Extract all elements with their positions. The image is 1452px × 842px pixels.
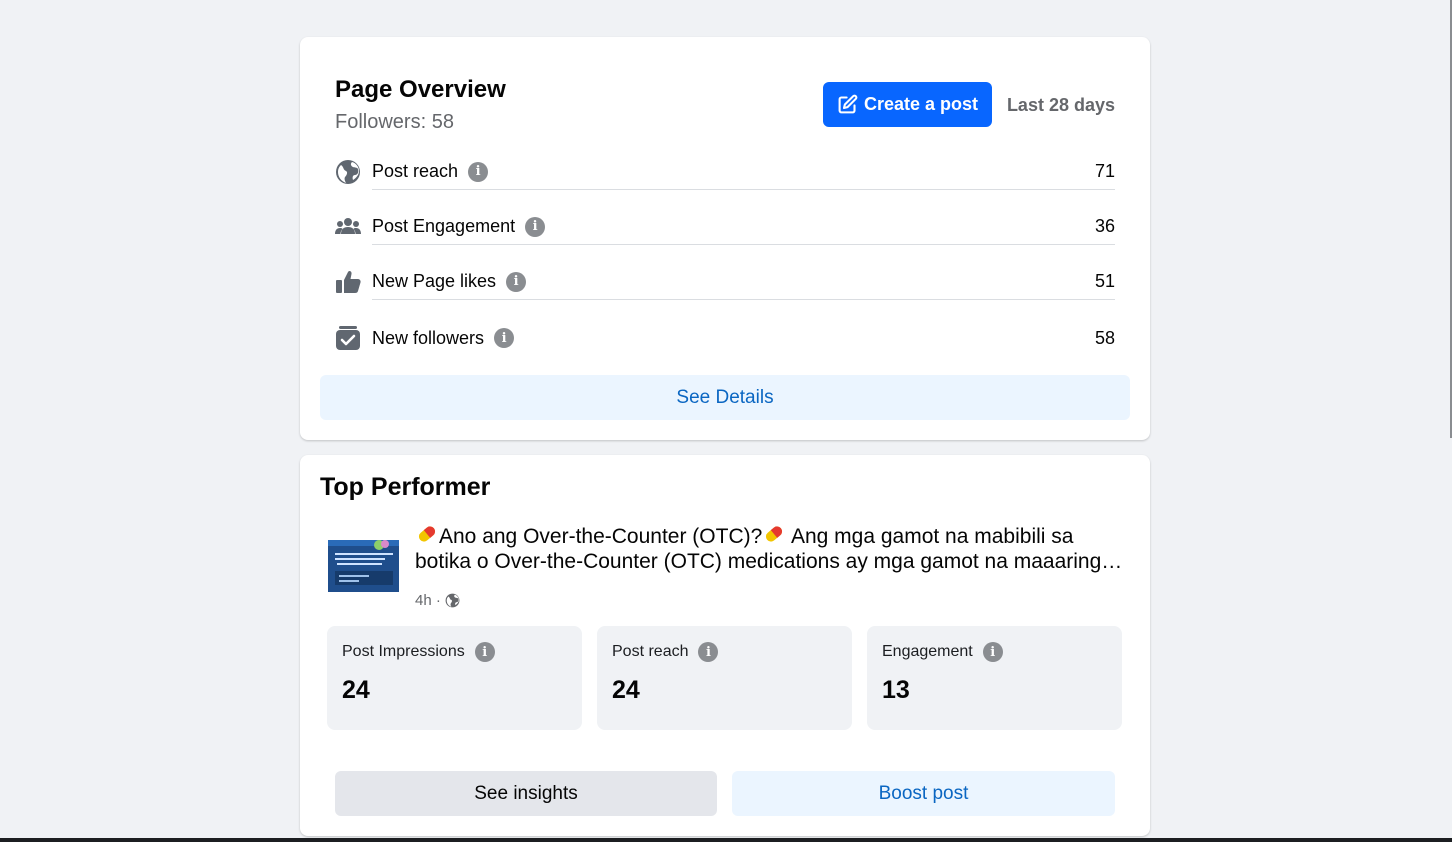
stat-value: 24 — [612, 676, 640, 704]
see-insights-button[interactable]: See insights — [335, 771, 717, 816]
create-post-button[interactable]: Create a post — [823, 82, 992, 127]
info-icon[interactable]: i — [468, 161, 489, 182]
see-details-button[interactable]: See Details — [320, 375, 1130, 420]
metric-label: Post reach — [372, 161, 459, 181]
taskbar-edge — [0, 838, 1452, 842]
date-range-selector[interactable]: Last 28 days — [1007, 95, 1115, 116]
metric-label: New followers — [372, 327, 485, 348]
top-performer-title: Top Performer — [320, 473, 491, 501]
post-text-heading: Ano ang Over-the-Counter (OTC)? — [439, 525, 763, 548]
metric-value: 36 — [1094, 216, 1115, 236]
info-icon[interactable]: i — [982, 642, 1003, 662]
stat-label: Post Impressions — [342, 643, 465, 660]
post-meta: 4h · — [415, 592, 460, 609]
stat-value: 13 — [882, 676, 910, 704]
metric-row-post-engagement[interactable]: Post Engagement i 36 — [335, 209, 1115, 245]
page-title: Page Overview — [335, 76, 506, 103]
follow-check-icon — [336, 326, 360, 350]
post-thumbnail[interactable] — [327, 533, 400, 595]
followers-count: Followers: 58 — [335, 111, 454, 133]
pill-icon — [766, 526, 783, 542]
info-icon[interactable]: i — [698, 642, 719, 662]
boost-post-button[interactable]: Boost post — [732, 771, 1115, 816]
metric-row-post-reach[interactable]: Post reach i 71 — [335, 154, 1115, 190]
top-performer-card: Top Performer Ano ang Over-the-Counter (… — [300, 455, 1150, 836]
stat-label: Engagement — [882, 643, 973, 660]
page-overview-card: Page Overview Followers: 58 Create a pos… — [300, 37, 1150, 440]
create-post-label: Create a post — [863, 94, 979, 114]
metric-label: New Page likes — [372, 271, 497, 291]
metric-value: 58 — [1094, 327, 1115, 348]
post-time: 4h · — [415, 592, 441, 609]
globe-icon — [445, 593, 460, 608]
stat-value: 24 — [342, 676, 370, 704]
pill-icon — [418, 526, 436, 542]
thumbs-up-icon — [336, 270, 361, 293]
edit-icon — [838, 94, 858, 114]
info-icon[interactable]: i — [525, 216, 546, 237]
metric-row-new-page-likes[interactable]: New Page likes i 51 — [335, 264, 1115, 300]
metric-label: Post Engagement — [372, 216, 516, 236]
metric-row-new-followers[interactable]: New followers i 58 — [335, 320, 1115, 356]
stat-label: Post reach — [612, 643, 689, 660]
stat-engagement: Engagement i 13 — [867, 626, 1122, 730]
info-icon[interactable]: i — [494, 328, 515, 348]
stat-post-reach: Post reach i 24 — [597, 626, 852, 730]
post-text[interactable]: Ano ang Over-the-Counter (OTC)? Ang mga … — [415, 523, 1133, 574]
people-icon — [335, 218, 361, 234]
info-icon[interactable]: i — [506, 271, 527, 292]
globe-icon — [336, 160, 360, 184]
metric-value: 71 — [1094, 161, 1115, 181]
metric-value: 51 — [1094, 271, 1115, 291]
stat-post-impressions: Post Impressions i 24 — [327, 626, 582, 730]
info-icon[interactable]: i — [474, 642, 495, 662]
